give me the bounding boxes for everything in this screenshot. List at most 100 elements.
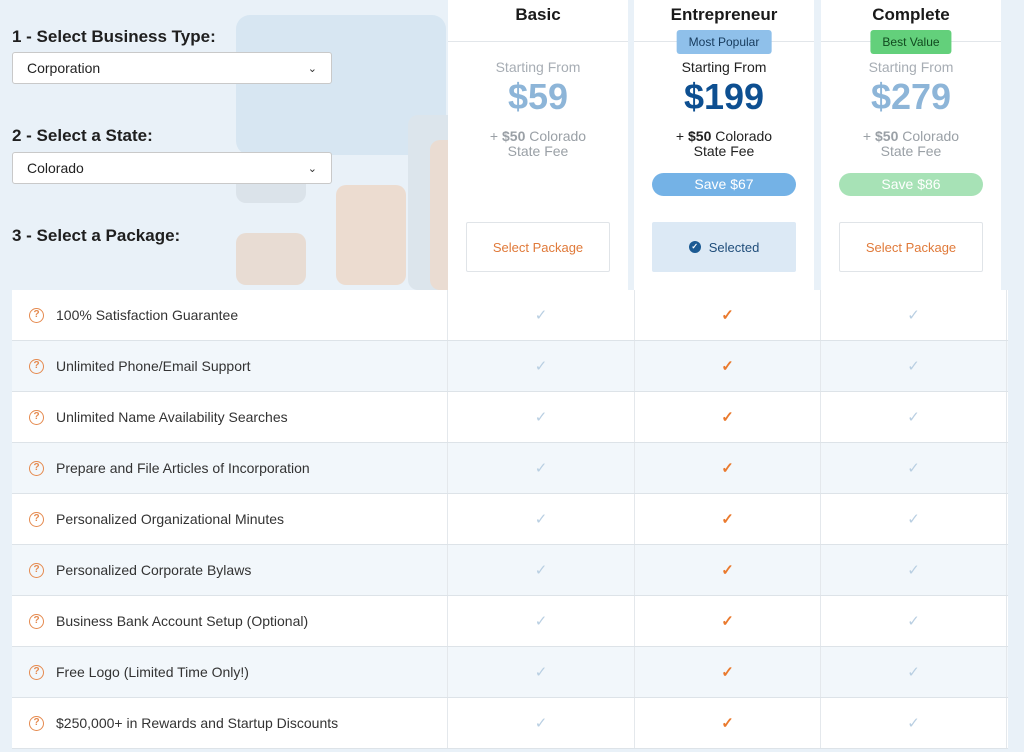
check-icon: ✓ bbox=[534, 358, 548, 375]
basic-check-cell: ✓ bbox=[448, 647, 635, 697]
basic-check-cell: ✓ bbox=[448, 698, 635, 748]
complete-check-cell: ✓ bbox=[821, 698, 1007, 748]
business-type-label: 1 - Select Business Type: bbox=[12, 27, 216, 46]
select-package-button[interactable]: Select Package bbox=[839, 222, 983, 272]
feature-label: Business Bank Account Setup (Optional) bbox=[56, 613, 309, 629]
check-circle-icon: ✓ bbox=[688, 241, 701, 253]
business-type-select[interactable]: Corporation ⌄ bbox=[12, 52, 332, 84]
basic-check-cell: ✓ bbox=[448, 443, 635, 493]
state-fee: + $50 Colorado State Fee bbox=[675, 128, 773, 159]
complete-check-cell: ✓ bbox=[821, 392, 1007, 442]
check-icon: ✓ bbox=[534, 409, 548, 426]
help-question-icon[interactable]: ? bbox=[29, 307, 44, 323]
complete-check-cell: ✓ bbox=[821, 545, 1007, 595]
feature-cell: ? Unlimited Phone/Email Support bbox=[12, 341, 448, 391]
state-label: 2 - Select a State: bbox=[12, 126, 153, 145]
table-row: ? Personalized Organizational Minutes ✓ ✓ ✓ bbox=[12, 494, 1008, 545]
state-value: Colorado bbox=[27, 160, 84, 176]
selected-package-button[interactable]: ✓ Selected bbox=[652, 222, 796, 272]
feature-label: Unlimited Name Availability Searches bbox=[56, 409, 288, 425]
complete-check-cell: ✓ bbox=[821, 647, 1007, 697]
help-question-icon[interactable]: ? bbox=[29, 358, 44, 374]
plan-basic: Basic Starting From $59 + $50 Colorado St… bbox=[448, 0, 628, 290]
best-value-badge: Best Value bbox=[870, 30, 952, 54]
table-row: ? Personalized Corporate Bylaws ✓ ✓ ✓ bbox=[12, 545, 1008, 596]
feature-label: $250,000+ in Rewards and Startup Discoun… bbox=[56, 715, 339, 731]
table-row: ? 100% Satisfaction Guarantee ✓ ✓ ✓ bbox=[12, 290, 1008, 341]
decor-shape bbox=[430, 140, 448, 290]
check-icon: ✓ bbox=[534, 613, 548, 630]
help-question-icon[interactable]: ? bbox=[29, 409, 44, 425]
check-icon: ✓ bbox=[907, 358, 920, 375]
feature-label: Prepare and File Articles of Incorporati… bbox=[56, 460, 310, 476]
feature-label: Personalized Corporate Bylaws bbox=[56, 562, 252, 578]
check-icon: ✓ bbox=[534, 460, 548, 477]
entrepreneur-check-cell: ✓ bbox=[635, 443, 821, 493]
entrepreneur-check-cell: ✓ bbox=[635, 290, 821, 340]
complete-check-cell: ✓ bbox=[821, 290, 1007, 340]
complete-check-cell: ✓ bbox=[821, 494, 1007, 544]
state-select[interactable]: Colorado ⌄ bbox=[12, 152, 332, 184]
help-question-icon[interactable]: ? bbox=[29, 511, 44, 527]
plan-price: $279 bbox=[870, 76, 952, 117]
save-badge: Save $67 bbox=[652, 173, 796, 196]
basic-check-cell: ✓ bbox=[448, 596, 635, 646]
table-row: ? Unlimited Phone/Email Support ✓ ✓ ✓ bbox=[12, 341, 1008, 392]
check-icon: ✓ bbox=[907, 562, 920, 579]
complete-check-cell: ✓ bbox=[821, 596, 1007, 646]
help-question-icon[interactable]: ? bbox=[29, 562, 44, 578]
basic-check-cell: ✓ bbox=[448, 545, 635, 595]
state-fee: + $50 Colorado State Fee bbox=[862, 128, 960, 159]
check-icon: ✓ bbox=[721, 409, 734, 426]
check-icon: ✓ bbox=[721, 460, 734, 477]
feature-label: Unlimited Phone/Email Support bbox=[56, 358, 251, 374]
chevron-down-icon: ⌄ bbox=[307, 62, 317, 75]
check-icon: ✓ bbox=[534, 307, 548, 324]
table-row: ? Business Bank Account Setup (Optional) ✓… bbox=[12, 596, 1008, 647]
check-icon: ✓ bbox=[907, 307, 920, 324]
select-package-button[interactable]: Select Package bbox=[466, 222, 610, 272]
feature-cell: ? Prepare and File Articles of Incorporat… bbox=[12, 443, 448, 493]
selected-label: Selected bbox=[708, 239, 760, 255]
starting-from: Starting From bbox=[681, 59, 767, 75]
help-question-icon[interactable]: ? bbox=[29, 664, 44, 680]
help-question-icon[interactable]: ? bbox=[29, 715, 44, 731]
features-table: ? 100% Satisfaction Guarantee ✓ ✓ ✓? Unlimite… bbox=[12, 290, 1008, 749]
basic-check-cell: ✓ bbox=[448, 392, 635, 442]
feature-cell: ? Free Logo (Limited Time Only!) bbox=[12, 647, 448, 697]
check-icon: ✓ bbox=[534, 715, 548, 732]
entrepreneur-check-cell: ✓ bbox=[635, 341, 821, 391]
package-label: 3 - Select a Package: bbox=[12, 226, 181, 245]
plan-name: Basic bbox=[448, 0, 628, 42]
check-icon: ✓ bbox=[907, 613, 920, 630]
help-question-icon[interactable]: ? bbox=[29, 460, 44, 476]
entrepreneur-check-cell: ✓ bbox=[635, 647, 821, 697]
feature-cell: ? Business Bank Account Setup (Optional) bbox=[12, 596, 448, 646]
check-icon: ✓ bbox=[721, 358, 734, 375]
starting-from: Starting From bbox=[495, 59, 581, 75]
business-type-value: Corporation bbox=[27, 60, 101, 76]
entrepreneur-check-cell: ✓ bbox=[635, 392, 821, 442]
plan-price: $199 bbox=[683, 76, 765, 117]
check-icon: ✓ bbox=[534, 511, 548, 528]
starting-from: Starting From bbox=[868, 59, 954, 75]
check-icon: ✓ bbox=[907, 715, 920, 732]
basic-check-cell: ✓ bbox=[448, 290, 635, 340]
help-question-icon[interactable]: ? bbox=[29, 613, 44, 629]
save-badge: Save $86 bbox=[839, 173, 983, 196]
table-row: ? Free Logo (Limited Time Only!) ✓ ✓ ✓ bbox=[12, 647, 1008, 698]
check-icon: ✓ bbox=[721, 664, 734, 681]
check-icon: ✓ bbox=[721, 715, 734, 732]
basic-check-cell: ✓ bbox=[448, 494, 635, 544]
check-icon: ✓ bbox=[907, 409, 920, 426]
entrepreneur-check-cell: ✓ bbox=[635, 698, 821, 748]
basic-check-cell: ✓ bbox=[448, 341, 635, 391]
check-icon: ✓ bbox=[907, 664, 920, 681]
entrepreneur-check-cell: ✓ bbox=[635, 596, 821, 646]
complete-check-cell: ✓ bbox=[821, 443, 1007, 493]
feature-cell: ? 100% Satisfaction Guarantee bbox=[12, 290, 448, 340]
state-fee: + $50 Colorado State Fee bbox=[489, 128, 587, 159]
most-popular-badge: Most Popular bbox=[676, 30, 772, 54]
table-row: ? $250,000+ in Rewards and Startup Discou… bbox=[12, 698, 1008, 749]
feature-label: Free Logo (Limited Time Only!) bbox=[56, 664, 249, 680]
